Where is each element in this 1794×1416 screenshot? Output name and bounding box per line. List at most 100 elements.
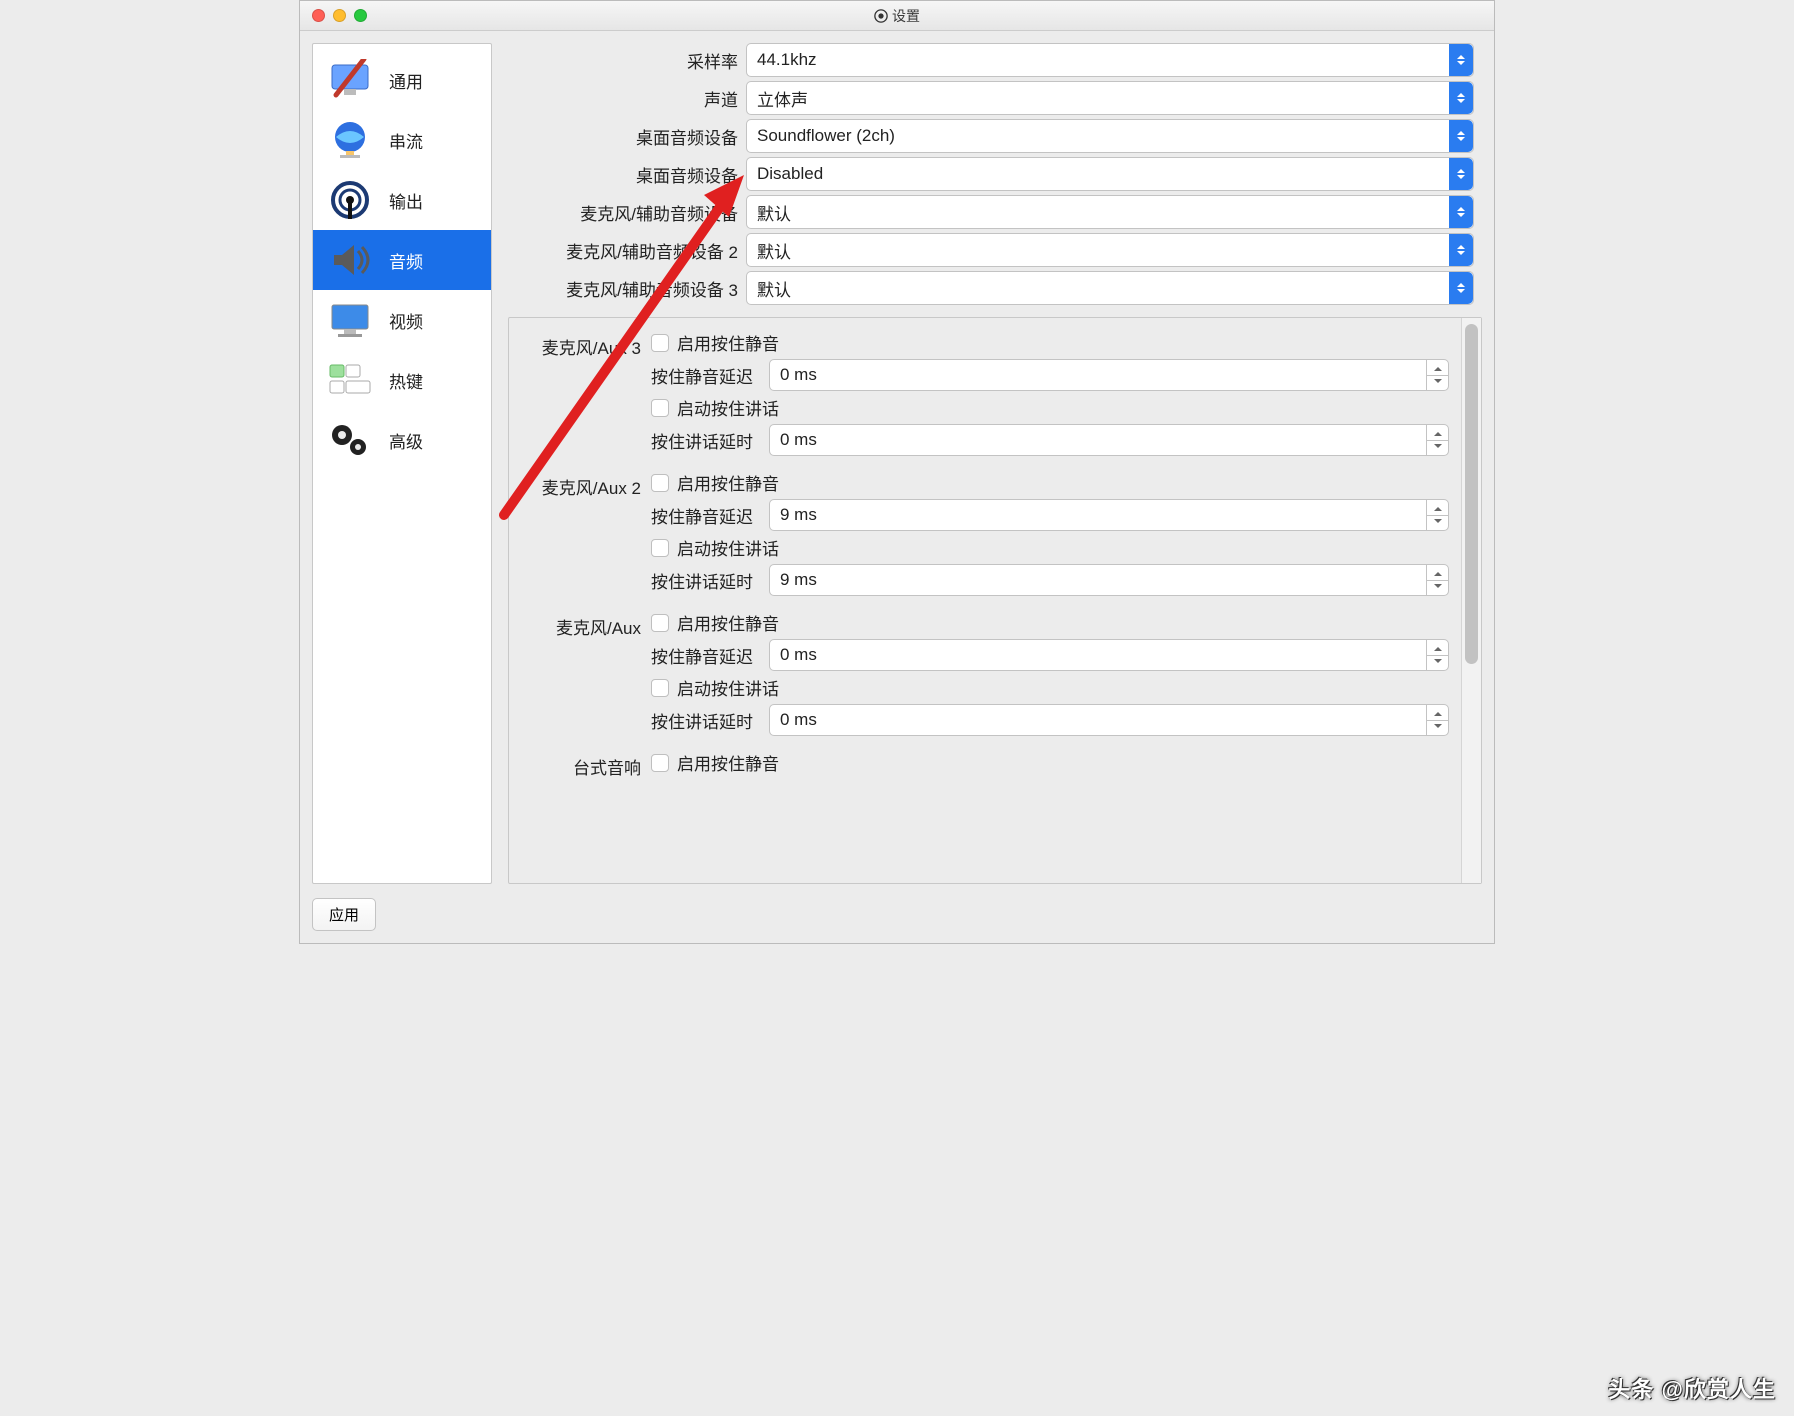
- group-mic-aux-2: 麦克风/Aux 2 启用按住静音 按住静音延迟 9 ms 启动按住讲话 按住讲话…: [521, 470, 1461, 596]
- settings-window: 设置 通用 串流: [299, 0, 1495, 944]
- stepper-down-icon[interactable]: [1427, 515, 1448, 531]
- select-mic-aux-3[interactable]: 默认: [746, 271, 1474, 305]
- stepper-down-icon[interactable]: [1427, 720, 1448, 736]
- general-icon: [323, 56, 377, 104]
- input-mute-delay[interactable]: 0 ms: [769, 359, 1449, 391]
- select-desktop-audio-1[interactable]: Soundflower (2ch): [746, 119, 1474, 153]
- stepper-up-icon[interactable]: [1427, 425, 1448, 440]
- checkbox-label: 启动按住讲话: [677, 395, 779, 420]
- checkbox-push-to-mute[interactable]: [651, 334, 669, 352]
- sidebar-item-hotkeys[interactable]: 热键: [313, 350, 491, 410]
- sidebar-item-label: 音频: [389, 248, 423, 273]
- label-mic-aux-1: 麦克风/辅助音频设备: [508, 200, 738, 225]
- stepper-down-icon[interactable]: [1427, 375, 1448, 391]
- chevron-updown-icon: [1449, 82, 1473, 114]
- stepper-down-icon[interactable]: [1427, 655, 1448, 671]
- sidebar-item-general[interactable]: 通用: [313, 50, 491, 110]
- video-icon: [323, 296, 377, 344]
- stepper-up-icon[interactable]: [1427, 500, 1448, 515]
- sidebar-item-label: 热键: [389, 368, 423, 393]
- select-mic-aux-1[interactable]: 默认: [746, 195, 1474, 229]
- select-mic-aux-2[interactable]: 默认: [746, 233, 1474, 267]
- chevron-updown-icon: [1449, 234, 1473, 266]
- label-talk-delay: 按住讲话延时: [651, 708, 761, 733]
- label-desktop-audio-1: 桌面音频设备: [508, 124, 738, 149]
- hotkey-panel: 麦克风/Aux 3 启用按住静音 按住静音延迟 0 ms 启动按住讲话 按住讲话…: [508, 317, 1482, 884]
- input-mute-delay[interactable]: 9 ms: [769, 499, 1449, 531]
- input-talk-delay[interactable]: 9 ms: [769, 564, 1449, 596]
- stepper-down-icon[interactable]: [1427, 440, 1448, 456]
- bottom-bar: 应用: [312, 884, 1482, 931]
- label-mute-delay: 按住静音延迟: [651, 503, 761, 528]
- checkbox-label: 启动按住讲话: [677, 535, 779, 560]
- hotkey-panel-content: 麦克风/Aux 3 启用按住静音 按住静音延迟 0 ms 启动按住讲话 按住讲话…: [509, 318, 1461, 883]
- sidebar-item-video[interactable]: 视频: [313, 290, 491, 350]
- checkbox-push-to-talk[interactable]: [651, 399, 669, 417]
- row-sample-rate: 采样率 44.1khz: [508, 43, 1474, 77]
- sidebar-item-output[interactable]: 输出: [313, 170, 491, 230]
- label-mic-aux-2: 麦克风/辅助音频设备 2: [508, 238, 738, 263]
- row-mic-aux-1: 麦克风/辅助音频设备 默认: [508, 195, 1474, 229]
- select-desktop-audio-2[interactable]: Disabled: [746, 157, 1474, 191]
- checkbox-push-to-mute[interactable]: [651, 754, 669, 772]
- checkbox-label: 启动按住讲话: [677, 675, 779, 700]
- stepper-down-icon[interactable]: [1427, 580, 1448, 596]
- checkbox-push-to-talk[interactable]: [651, 539, 669, 557]
- select-sample-rate[interactable]: 44.1khz: [746, 43, 1474, 77]
- stepper-up-icon[interactable]: [1427, 360, 1448, 375]
- stepper-up-icon[interactable]: [1427, 705, 1448, 720]
- sidebar-item-label: 串流: [389, 128, 423, 153]
- row-mic-aux-2: 麦克风/辅助音频设备 2 默认: [508, 233, 1474, 267]
- sidebar-item-audio[interactable]: 音频: [313, 230, 491, 290]
- main-area: 采样率 44.1khz 声道 立体声 桌面音频设备 Soundflower (2…: [508, 43, 1482, 884]
- scrollbar-thumb[interactable]: [1465, 324, 1478, 664]
- hotkeys-icon: [323, 356, 377, 404]
- checkbox-label: 启用按住静音: [677, 750, 779, 775]
- label-mute-delay: 按住静音延迟: [651, 363, 761, 388]
- group-label: 麦克风/Aux: [521, 610, 641, 736]
- checkbox-label: 启用按住静音: [677, 330, 779, 355]
- input-talk-delay[interactable]: 0 ms: [769, 424, 1449, 456]
- stream-icon: [323, 116, 377, 164]
- row-mic-aux-3: 麦克风/辅助音频设备 3 默认: [508, 271, 1474, 305]
- checkbox-push-to-talk[interactable]: [651, 679, 669, 697]
- label-sample-rate: 采样率: [508, 48, 738, 73]
- apply-button[interactable]: 应用: [312, 898, 376, 931]
- input-mute-delay[interactable]: 0 ms: [769, 639, 1449, 671]
- output-icon: [323, 176, 377, 224]
- label-channels: 声道: [508, 86, 738, 111]
- group-label: 台式音响: [521, 750, 641, 779]
- window-body: 通用 串流 输出 音频: [300, 31, 1494, 943]
- content-row: 通用 串流 输出 音频: [312, 43, 1482, 884]
- label-mute-delay: 按住静音延迟: [651, 643, 761, 668]
- sidebar-item-label: 视频: [389, 308, 423, 333]
- checkbox-label: 启用按住静音: [677, 470, 779, 495]
- sidebar-item-stream[interactable]: 串流: [313, 110, 491, 170]
- row-desktop-audio-1: 桌面音频设备 Soundflower (2ch): [508, 119, 1474, 153]
- group-label: 麦克风/Aux 2: [521, 470, 641, 596]
- scrollbar[interactable]: [1461, 318, 1481, 883]
- stepper-up-icon[interactable]: [1427, 565, 1448, 580]
- sidebar-item-label: 输出: [389, 188, 423, 213]
- obs-icon: [874, 9, 888, 23]
- checkbox-push-to-mute[interactable]: [651, 474, 669, 492]
- advanced-icon: [323, 416, 377, 464]
- window-title: 设置: [300, 6, 1494, 26]
- audio-settings-form: 采样率 44.1khz 声道 立体声 桌面音频设备 Soundflower (2…: [508, 43, 1482, 305]
- chevron-updown-icon: [1449, 158, 1473, 190]
- group-mic-aux: 麦克风/Aux 启用按住静音 按住静音延迟 0 ms 启动按住讲话 按住讲话延时…: [521, 610, 1461, 736]
- input-talk-delay[interactable]: 0 ms: [769, 704, 1449, 736]
- label-talk-delay: 按住讲话延时: [651, 568, 761, 593]
- checkbox-push-to-mute[interactable]: [651, 614, 669, 632]
- sidebar-item-label: 高级: [389, 428, 423, 453]
- stepper-up-icon[interactable]: [1427, 640, 1448, 655]
- titlebar: 设置: [300, 1, 1494, 31]
- select-channels[interactable]: 立体声: [746, 81, 1474, 115]
- sidebar-item-label: 通用: [389, 68, 423, 93]
- audio-icon: [323, 236, 377, 284]
- group-label: 麦克风/Aux 3: [521, 330, 641, 456]
- sidebar-item-advanced[interactable]: 高级: [313, 410, 491, 470]
- chevron-updown-icon: [1449, 120, 1473, 152]
- label-mic-aux-3: 麦克风/辅助音频设备 3: [508, 276, 738, 301]
- label-talk-delay: 按住讲话延时: [651, 428, 761, 453]
